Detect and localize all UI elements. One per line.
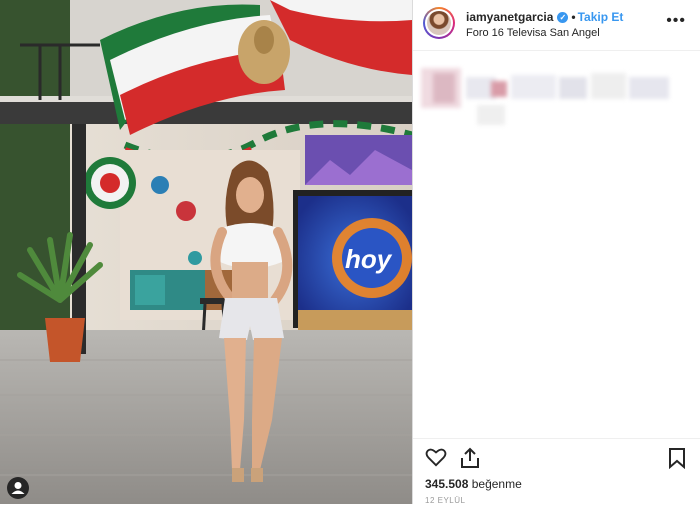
share-icon[interactable] — [459, 447, 481, 469]
likes-count[interactable]: 345.508 beğenme — [425, 477, 522, 491]
likes-number: 345.508 — [425, 477, 469, 491]
tagged-user-icon[interactable] — [7, 477, 29, 499]
post-header: iamyanetgarcia ✓ • Takip Et Foro 16 Televis… — [413, 0, 700, 51]
more-options-icon[interactable]: ••• — [666, 12, 686, 30]
username-row: iamyanetgarcia ✓ • Takip Et — [466, 10, 623, 24]
blurred-caption — [421, 65, 691, 133]
post-sidebar: iamyanetgarcia ✓ • Takip Et Foro 16 Televis… — [413, 0, 700, 505]
avatar[interactable] — [423, 7, 455, 39]
studio-scene: hoy — [0, 0, 412, 504]
verified-badge-icon: ✓ — [557, 12, 569, 23]
follow-button[interactable]: Takip Et — [578, 10, 624, 24]
heart-icon[interactable] — [425, 447, 447, 467]
likes-label: beğenme — [471, 477, 522, 491]
separator-dot: • — [571, 10, 576, 24]
screen-logo: hoy — [345, 244, 393, 274]
post-photo[interactable]: hoy — [0, 0, 412, 504]
username-link[interactable]: iamyanetgarcia — [466, 10, 553, 24]
location-link[interactable]: Foro 16 Televisa San Angel — [466, 27, 600, 39]
action-bar — [413, 438, 700, 479]
bookmark-icon[interactable] — [668, 447, 686, 469]
